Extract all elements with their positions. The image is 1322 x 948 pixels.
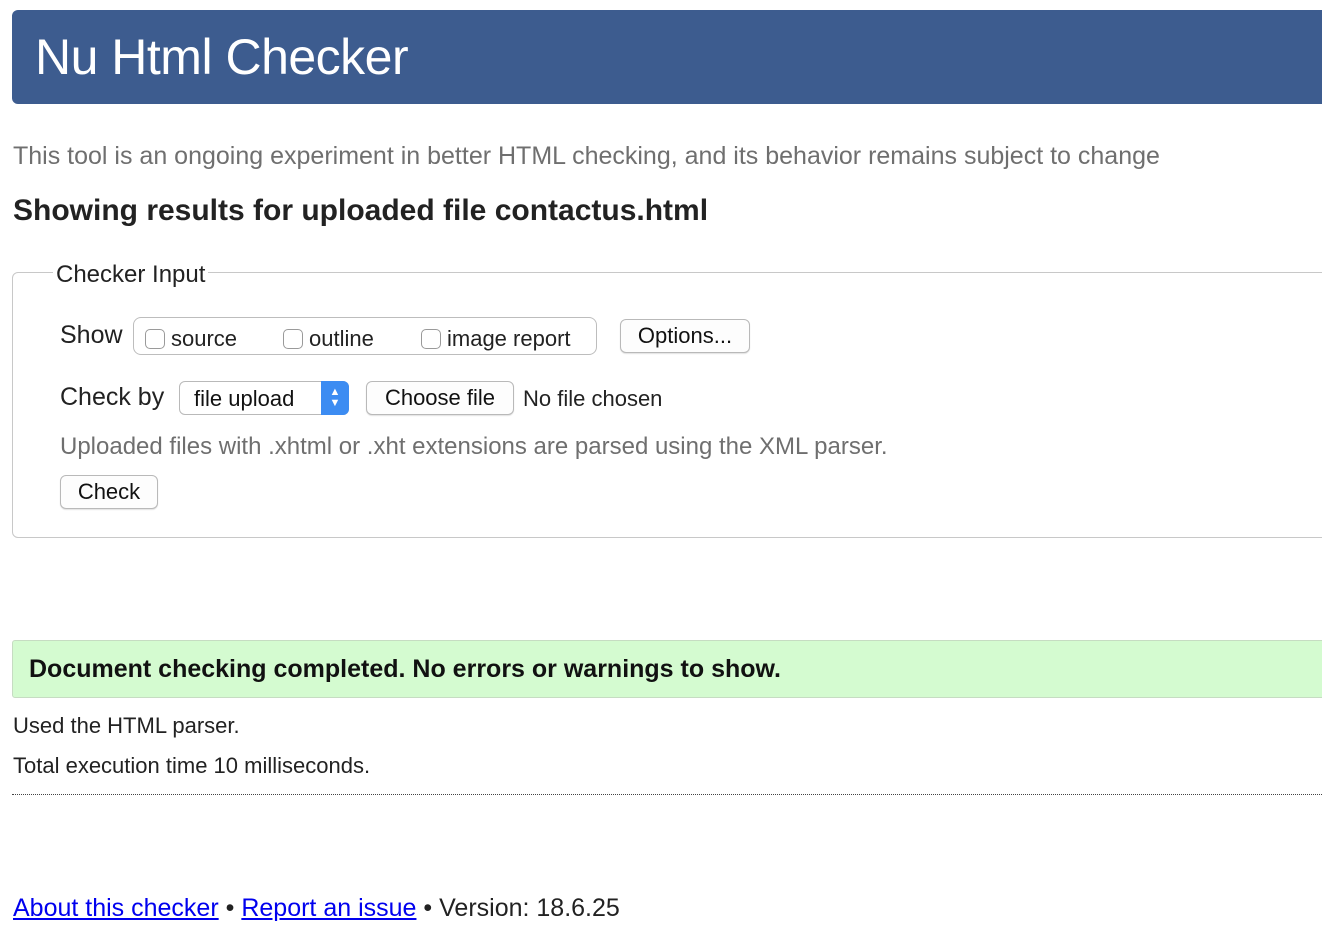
success-message-box: Document checking completed. No errors o… [12, 640, 1322, 698]
choose-file-button[interactable]: Choose file [366, 381, 514, 415]
about-checker-link[interactable]: About this checker [13, 894, 219, 922]
footer-separator: • [225, 894, 235, 922]
version-text: Version: 18.6.25 [439, 894, 620, 922]
image-report-checkbox-label: image report [447, 326, 571, 351]
source-checkbox-label: source [171, 326, 238, 351]
results-title: Showing results for uploaded file contac… [13, 194, 709, 227]
image-report-checkbox[interactable]: image report [421, 326, 571, 352]
xml-parser-hint: Uploaded files with .xhtml or .xht exten… [60, 433, 888, 460]
outline-checkbox-label: outline [309, 326, 374, 351]
dotted-divider [12, 794, 1322, 795]
check-by-value: file upload [194, 386, 295, 411]
image-report-checkbox-box[interactable] [421, 329, 441, 349]
execution-time: Total execution time 10 milliseconds. [13, 753, 371, 778]
outline-checkbox[interactable]: outline [283, 326, 374, 352]
options-button[interactable]: Options... [620, 319, 750, 353]
show-label: Show [60, 321, 123, 349]
source-checkbox[interactable]: source [145, 326, 237, 352]
intro-text: This tool is an ongoing experiment in be… [13, 142, 1160, 170]
check-by-label: Check by [60, 383, 165, 411]
page: Nu Html Checker This tool is an ongoing … [0, 0, 1322, 948]
select-arrows-icon: ▲ ▼ [321, 381, 349, 415]
page-title: Nu Html Checker [35, 29, 409, 85]
header-banner: Nu Html Checker [12, 10, 1322, 104]
check-button[interactable]: Check [60, 475, 158, 509]
parser-info: Used the HTML parser. [13, 713, 240, 738]
outline-checkbox-box[interactable] [283, 329, 303, 349]
source-checkbox-box[interactable] [145, 329, 165, 349]
success-message: Document checking completed. No errors o… [29, 655, 781, 683]
footer: About this checker • Report an issue • V… [13, 894, 620, 923]
report-issue-link[interactable]: Report an issue [241, 894, 416, 922]
check-by-select[interactable]: file upload ▲ ▼ [179, 381, 349, 415]
checker-input-fieldset: Checker Input Show source outline image … [12, 261, 1322, 538]
no-file-chosen-text: No file chosen [523, 386, 663, 411]
chevron-down-icon: ▼ [329, 397, 341, 409]
show-options-group: source outline image report [133, 317, 597, 355]
checker-input-legend: Checker Input [53, 261, 209, 289]
footer-separator: • [423, 894, 433, 922]
